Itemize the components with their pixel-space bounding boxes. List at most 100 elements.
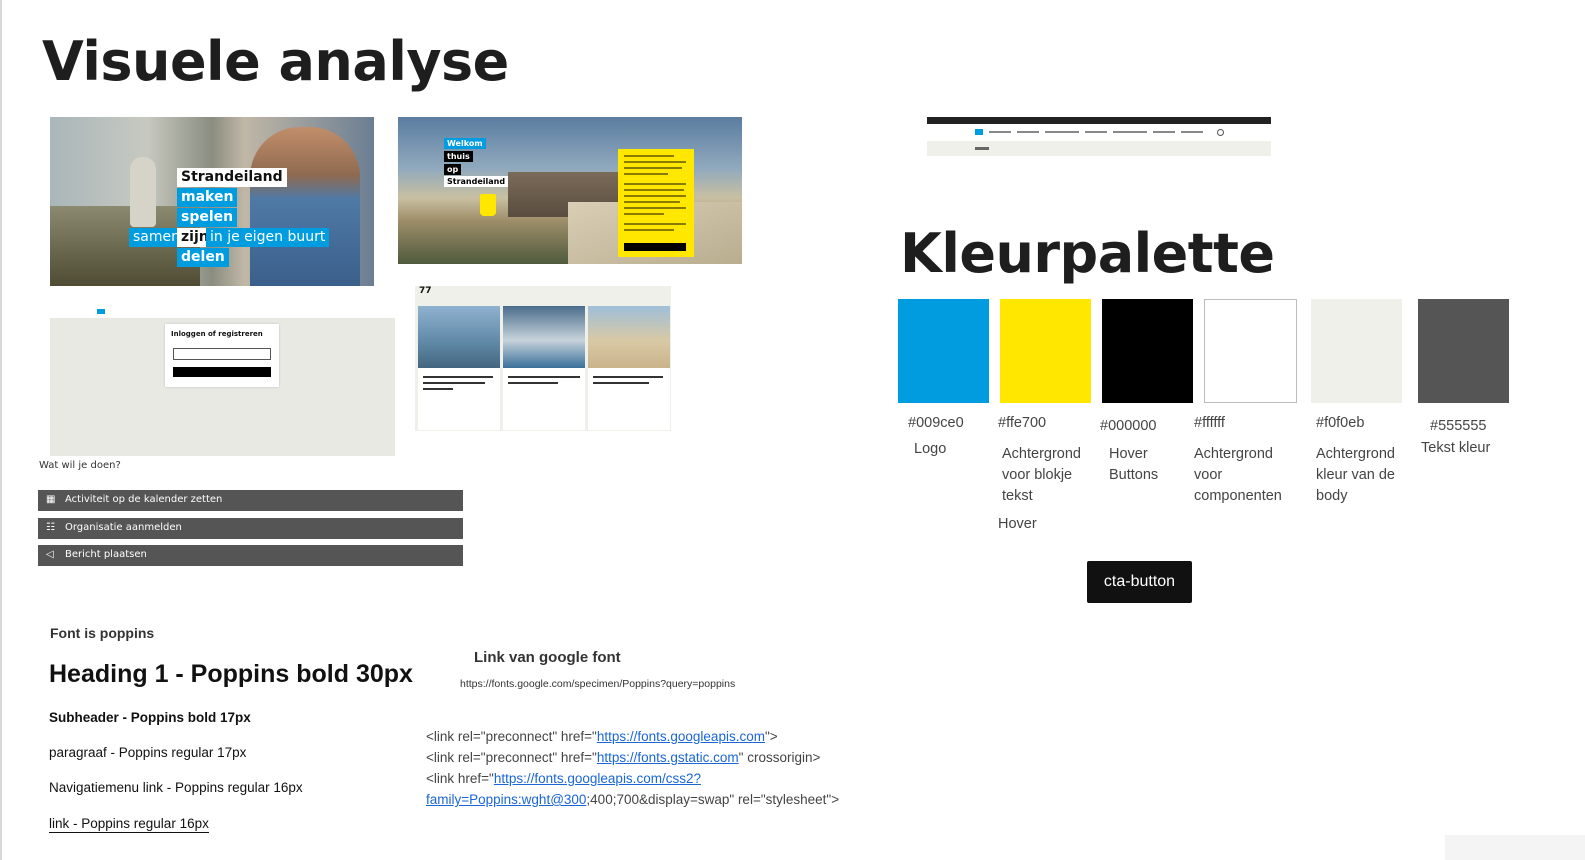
people-icon: ☷ [46,522,55,533]
swatch-hex: #555555 [1430,418,1487,434]
page-title: Visuele analyse [42,30,509,93]
text-line [624,201,680,203]
cta-button[interactable]: cta-button [1087,561,1192,603]
swatch-hex: #ffffff [1194,415,1225,431]
news-screenshot: 77 [415,286,671,431]
swatch-black [1102,299,1193,403]
text-line [624,195,686,197]
code-line: <link href="https://fonts.googleapis.com… [426,770,701,788]
swatch-blue [898,299,989,403]
hero-tag: in je eigen buurt [206,228,330,247]
welcome-tag: Welkom [444,138,486,149]
swatch-extra: Hover [998,516,1037,532]
news-card [418,306,500,430]
text-line [624,173,668,175]
hero-screenshot: Strandeiland maken spelen samen zijn in … [50,117,374,286]
news-card-title [423,382,485,384]
nav-link [989,131,1011,133]
text-line [624,223,686,225]
code-text: <link rel="preconnect" href=" [426,729,597,744]
calendar-icon: ▦ [46,494,56,505]
welcome-tag: thuis [444,151,473,162]
code-line: <link rel="preconnect" href="https://fon… [426,728,778,746]
code-text: ;400;700&display=swap" rel="stylesheet"> [586,792,840,807]
action-item: ☷ Organisatie aanmelden [38,518,463,539]
nav-link [1153,131,1175,133]
swatch-description: Achtergrond kleur van de body [1316,446,1395,504]
text-line [624,213,664,215]
code-text: <link rel="preconnect" href=" [426,750,597,765]
action-item: ▦ Activiteit op de kalender zetten [38,490,463,511]
news-card-title [423,376,493,378]
hero-tag: maken [177,188,238,207]
hero-tag: Strandeiland [177,168,287,187]
text-line [624,167,682,169]
nav-link [1181,131,1203,133]
text-line [624,189,684,191]
action-label: Activiteit op de kalender zetten [65,494,223,505]
header-topbar [927,117,1271,124]
logo-icon [97,309,105,314]
font-intro: Font is poppins [50,625,155,641]
news-card-title [593,382,649,384]
swatch-hex: #f0f0eb [1316,415,1365,431]
swatch-description: Hover Buttons [1109,446,1159,483]
swatch-yellow [1000,299,1091,403]
welcome-text-block [618,149,694,257]
code-text: <link href=" [426,771,494,786]
megaphone-icon: ◁ [46,549,54,560]
code-link[interactable]: https://fonts.googleapis.com [597,729,765,744]
swatch-grey [1418,299,1509,403]
login-card: Inloggen of registreren [165,324,279,387]
action-item: ◁ Bericht plaatsen [38,545,463,566]
code-link[interactable]: family=Poppins:wght@300 [426,792,586,807]
news-card-title [423,388,453,390]
hero-child-figure [130,157,156,227]
font-link-sample[interactable]: link - Poppins regular 16px [49,816,209,833]
code-link[interactable]: https://fonts.googleapis.com/css2? [494,771,701,786]
news-card [503,306,585,430]
google-font-title: Link van google font [474,649,621,666]
nav-link [1113,131,1147,133]
swatch-description: Achtergrond voor componenten [1194,446,1282,504]
code-text: "> [764,729,778,744]
corner-panel [1445,835,1585,860]
news-card-title [593,376,663,378]
code-line: <link rel="preconnect" href="https://fon… [426,749,820,767]
welcome-screenshot: Welkom thuis op Strandeiland [398,117,742,264]
text-line [624,207,686,209]
code-line: family=Poppins:wght@300;400;700&display=… [426,791,839,809]
hero-tag: delen [177,248,229,267]
swatch-white [1204,299,1297,403]
swatch-description: Tekst kleur [1421,440,1491,456]
google-font-url[interactable]: https://fonts.google.com/specimen/Poppin… [460,678,735,690]
news-card-image [588,306,670,368]
text-line [624,155,674,157]
login-input [173,348,271,360]
text-line [624,229,674,231]
login-button [173,367,271,377]
nav-link [1085,131,1107,133]
welcome-tag: Strandeiland [444,176,509,187]
font-paragraph-sample: paragraaf - Poppins regular 17px [49,745,247,760]
font-nav-sample: Navigatiemenu link - Poppins regular 16p… [49,780,303,795]
news-card-image [418,306,500,368]
code-link[interactable]: https://fonts.gstatic.com [597,750,739,765]
login-screenshot: Inloggen of registreren [50,305,395,456]
yellow-boots-icon [480,194,496,216]
text-line [624,183,686,185]
palette-title: Kleurpalette [900,222,1275,285]
font-heading-sample: Heading 1 - Poppins bold 30px [49,660,413,688]
actions-question: Wat wil je doen? [39,460,121,471]
text-line [624,161,686,163]
welcome-cta-button [624,243,686,251]
code-text: " crossorigin> [738,750,821,765]
search-icon [1217,129,1224,136]
hero-tag: samen [129,228,184,247]
swatch-hex: #ffe700 [998,415,1047,431]
news-card [588,306,670,430]
swatch-offwhite [1311,299,1402,403]
left-edge-divider [0,0,2,860]
swatch-hex: #000000 [1100,418,1157,434]
nav-link [1017,131,1039,133]
